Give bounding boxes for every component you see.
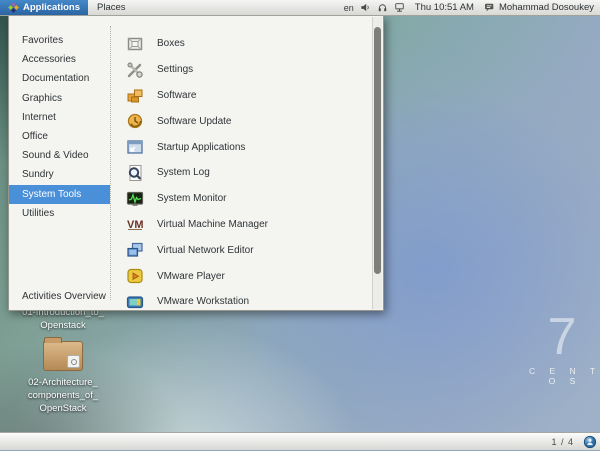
menu-item-system-log[interactable]: System Log — [111, 160, 363, 186]
startup-applications-icon — [126, 138, 144, 156]
bottom-panel: 1 / 4 — [0, 432, 600, 450]
software-icon — [126, 86, 144, 104]
chat-icon — [484, 2, 495, 13]
applications-menu-popup: FavoritesAccessoriesDocumentationGraphic… — [8, 15, 384, 311]
software-update-icon — [126, 112, 144, 130]
menu-item-virtual-network-editor[interactable]: Virtual Network Editor — [111, 237, 363, 263]
places-menu-label: Places — [97, 2, 126, 13]
sidebar-item-graphics[interactable]: Graphics — [9, 89, 110, 108]
menu-scrollbar-thumb[interactable] — [374, 27, 381, 274]
menu-item-boxes[interactable]: Boxes — [111, 31, 363, 57]
category-list: FavoritesAccessoriesDocumentationGraphic… — [9, 31, 110, 223]
keyboard-layout-indicator[interactable]: en — [344, 3, 354, 13]
user-name: Mohammad Dosoukey — [499, 2, 594, 13]
menu-item-software-update[interactable]: Software Update — [111, 108, 363, 134]
menu-item-startup-applications[interactable]: Startup Applications — [111, 134, 363, 160]
centos-7-numeral: 7 — [520, 312, 600, 362]
application-list: Boxes Settings Software Software Update … — [111, 31, 363, 311]
sidebar-item-utilities[interactable]: Utilities — [9, 204, 110, 223]
virtual-machine-manager-icon: VM — [126, 215, 144, 233]
workspace-indicator[interactable]: 1 / 4 — [548, 437, 577, 447]
applications-logo-icon — [8, 2, 19, 13]
folder-icon — [43, 341, 83, 371]
sidebar-item-system-tools[interactable]: System Tools — [9, 185, 110, 204]
virtual-network-editor-icon — [126, 241, 144, 259]
top-panel: Applications Places en Thu 10:51 AM Moha… — [0, 0, 600, 16]
menu-item-vmware-player[interactable]: VMware Player — [111, 263, 363, 289]
menu-scrollbar[interactable] — [372, 17, 382, 309]
menu-item-virtual-machine-manager[interactable]: VM Virtual Machine Manager — [111, 212, 363, 238]
desktop-icon-label: 02-Architecture_ components_of_ OpenStac… — [10, 376, 116, 415]
sidebar-item-accessories[interactable]: Accessories — [9, 50, 110, 69]
centos-watermark: 7 C E N T O S — [520, 312, 600, 386]
headphones-icon[interactable] — [377, 2, 388, 13]
clock[interactable]: Thu 10:51 AM — [411, 2, 478, 13]
sidebar-item-internet[interactable]: Internet — [9, 108, 110, 127]
display-icon[interactable] — [394, 2, 405, 13]
vmware-player-icon — [126, 267, 144, 285]
menu-item-vmware-workstation[interactable]: VMware Workstation — [111, 289, 363, 311]
places-menu-button[interactable]: Places — [88, 0, 135, 15]
settings-icon — [126, 61, 144, 79]
sidebar-item-documentation[interactable]: Documentation — [9, 69, 110, 88]
menu-item-system-monitor[interactable]: System Monitor — [111, 186, 363, 212]
boxes-icon — [126, 35, 144, 53]
desktop-icon-02-architecture-components-of-openstack[interactable]: 02-Architecture_ components_of_ OpenStac… — [10, 341, 116, 415]
user-menu[interactable]: Mohammad Dosoukey — [484, 2, 594, 13]
applications-menu-button[interactable]: Applications — [0, 0, 88, 15]
vmware-workstation-icon — [126, 293, 144, 311]
sidebar-item-sound-video[interactable]: Sound & Video — [9, 146, 110, 165]
top-panel-status-area: en Thu 10:51 AM Mohammad Dosoukey — [344, 0, 600, 15]
volume-icon[interactable] — [360, 2, 371, 13]
tray-blue-icon[interactable] — [583, 435, 597, 449]
system-monitor-icon — [126, 190, 144, 208]
menu-item-software[interactable]: Software — [111, 83, 363, 109]
system-log-icon — [126, 164, 144, 182]
menu-item-settings[interactable]: Settings — [111, 57, 363, 83]
sidebar-item-sundry[interactable]: Sundry — [9, 165, 110, 184]
centos-wordmark: C E N T O S — [520, 366, 600, 386]
sidebar-item-favorites[interactable]: Favorites — [9, 31, 110, 50]
activities-overview-link[interactable]: Activities Overview — [22, 291, 106, 302]
applications-menu-label: Applications — [23, 2, 80, 13]
lock-emblem-icon — [67, 355, 80, 368]
sidebar-item-office[interactable]: Office — [9, 127, 110, 146]
